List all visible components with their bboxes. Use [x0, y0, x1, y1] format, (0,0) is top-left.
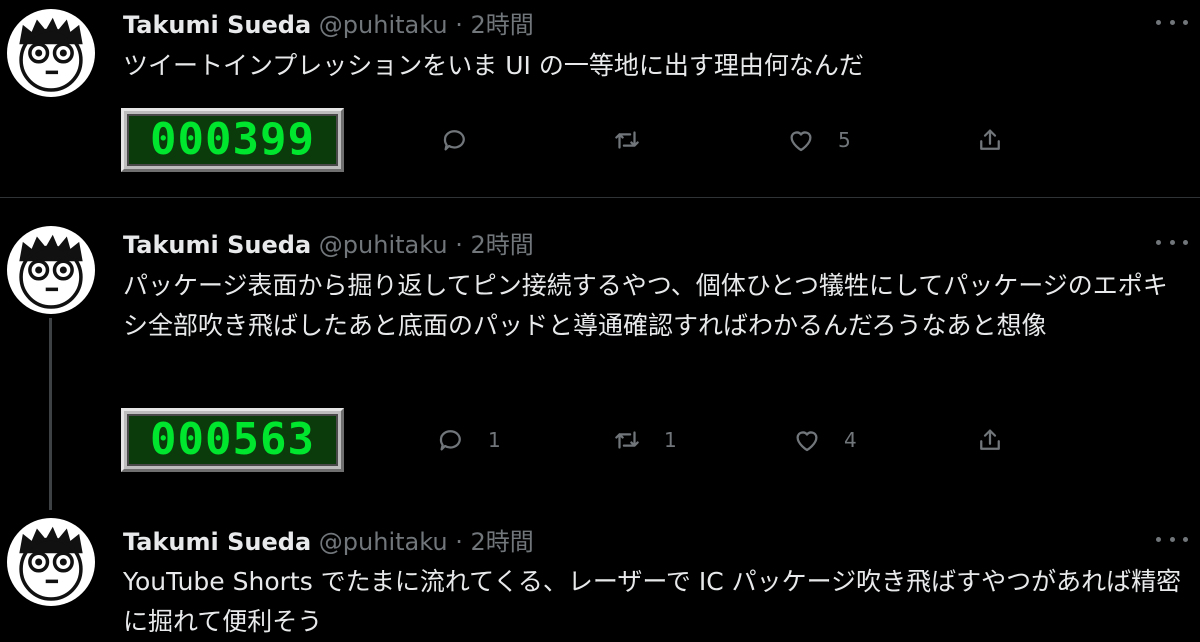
reply-icon	[443, 130, 465, 151]
retweet-button[interactable]: 1	[612, 425, 677, 455]
timestamp[interactable]: 2時間	[471, 231, 534, 259]
avatar-face-icon	[19, 17, 83, 92]
reply-icon	[439, 430, 461, 451]
avatar-face-icon	[19, 526, 83, 601]
tweet-text: パッケージ表面から掘り返してピン接続するやつ、個体ひとつ犠牲にしてパッケージのエ…	[123, 271, 1168, 340]
author-handle[interactable]: @puhitaku	[319, 11, 448, 39]
share-button[interactable]	[975, 425, 1005, 455]
more-icon[interactable]	[1156, 15, 1188, 29]
tweet-header: Takumi Sueda @puhitaku · 2時間	[123, 225, 534, 260]
retweet-icon	[615, 131, 639, 149]
tweet-text: ツイートインプレッションをいま UI の一等地に出す理由何なんだ	[123, 51, 864, 80]
author-handle[interactable]: @puhitaku	[319, 528, 448, 556]
reply-count: 1	[488, 428, 501, 452]
share-icon	[980, 429, 1000, 450]
avatar-face-icon	[19, 234, 83, 309]
impression-counter-digits: 000399	[150, 114, 315, 165]
more-icon[interactable]	[1156, 235, 1188, 249]
retweet-count: 1	[664, 428, 677, 452]
tweet-header: Takumi Sueda @puhitaku · 2時間	[123, 522, 534, 557]
tweet[interactable]: Takumi Sueda @puhitaku · 2時間 ツイートインプレッショ…	[0, 0, 1200, 198]
heart-icon	[790, 131, 812, 152]
author-name[interactable]: Takumi Sueda	[123, 231, 311, 259]
impression-counter-digits: 000563	[150, 414, 315, 465]
reply-button[interactable]	[440, 125, 470, 155]
timestamp[interactable]: 2時間	[471, 528, 534, 556]
separator-dot: ·	[455, 11, 463, 39]
tweet[interactable]: Takumi Sueda @puhitaku · 2時間 パッケージ表面から掘り…	[0, 198, 1200, 498]
impression-counter: 000399	[121, 108, 344, 172]
reply-button[interactable]: 1	[436, 425, 501, 455]
retweet-button[interactable]	[612, 125, 642, 155]
share-button[interactable]	[975, 125, 1005, 155]
heart-icon	[796, 431, 818, 452]
retweet-icon	[615, 431, 639, 449]
separator-dot: ·	[455, 528, 463, 556]
like-button[interactable]: 5	[786, 125, 851, 155]
share-icon	[980, 129, 1000, 150]
more-icon[interactable]	[1156, 532, 1188, 546]
like-count: 5	[838, 128, 851, 152]
avatar[interactable]	[7, 226, 95, 314]
tweet-text: YouTube Shorts でたまに流れてくる、レーザーで IC パッケージ吹…	[123, 567, 1182, 636]
author-name[interactable]: Takumi Sueda	[123, 11, 311, 39]
like-count: 4	[844, 428, 857, 452]
timestamp[interactable]: 2時間	[471, 11, 534, 39]
author-name[interactable]: Takumi Sueda	[123, 528, 311, 556]
avatar[interactable]	[7, 9, 95, 97]
tweet[interactable]: Takumi Sueda @puhitaku · 2時間 YouTube Sho…	[0, 498, 1200, 636]
tweet-header: Takumi Sueda @puhitaku · 2時間	[123, 5, 534, 40]
author-handle[interactable]: @puhitaku	[319, 231, 448, 259]
separator-dot: ·	[455, 231, 463, 259]
impression-counter: 000563	[121, 408, 344, 472]
like-button[interactable]: 4	[792, 425, 857, 455]
avatar[interactable]	[7, 518, 95, 606]
